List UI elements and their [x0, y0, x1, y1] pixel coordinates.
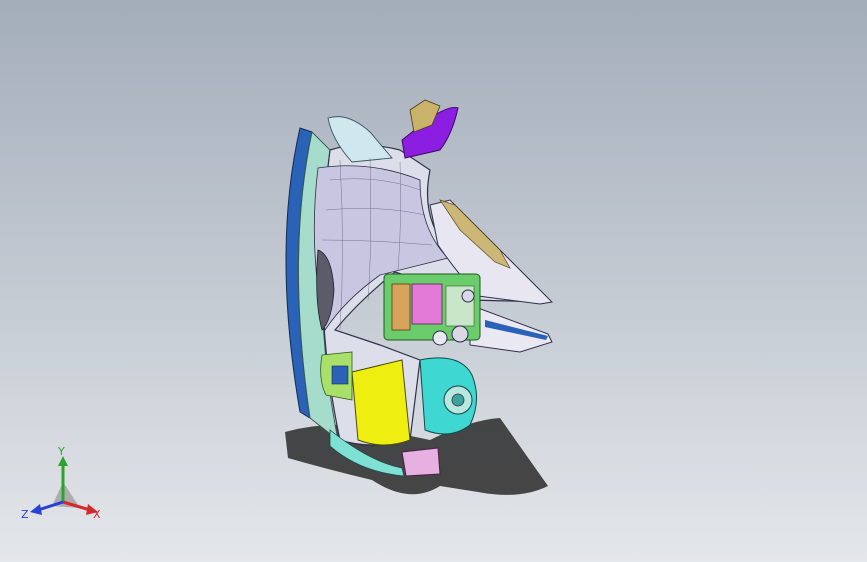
control-module-pink[interactable]	[411, 283, 443, 325]
z-axis-label: Z	[21, 508, 29, 521]
axis-triad[interactable]: Y X Z	[18, 446, 108, 526]
lens-blue-detail	[331, 365, 349, 385]
x-axis-label: X	[93, 508, 101, 521]
y-axis-label: Y	[57, 446, 65, 458]
3d-viewport[interactable]: Y X Z	[0, 0, 867, 562]
bottom-connector[interactable]	[401, 447, 441, 477]
module-knob-2[interactable]	[451, 325, 469, 343]
control-module-orange[interactable]	[391, 283, 411, 331]
reflector-yellow[interactable]	[351, 359, 411, 446]
projector-center	[451, 393, 465, 407]
module-knob-1[interactable]	[461, 289, 475, 303]
z-axis-arrow	[30, 504, 42, 515]
module-knob-3[interactable]	[432, 330, 448, 346]
headlamp-model[interactable]	[0, 0, 867, 562]
